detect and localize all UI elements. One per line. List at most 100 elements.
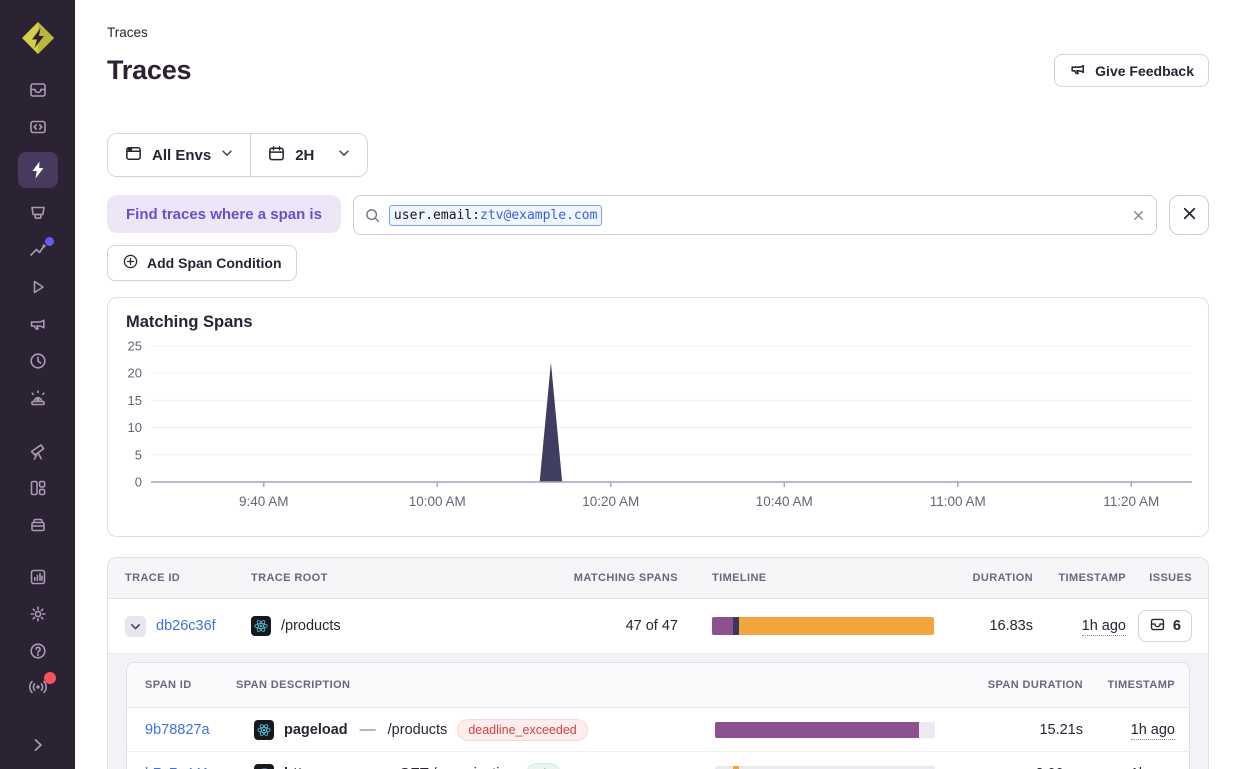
span-timeline-bar [715,722,935,738]
trace-timeline-bar [712,617,934,635]
svg-text:10:20 AM: 10:20 AM [582,494,639,509]
traces-table-header: TRACE ID TRACE ROOT MATCHING SPANS TIMEL… [108,558,1208,599]
megaphone-icon [1069,60,1087,81]
issues-count: 6 [1173,618,1181,634]
play-icon [28,277,48,297]
sidebar-item-projects[interactable] [18,201,58,225]
megaphone-icon [28,314,48,334]
svg-text:0: 0 [135,475,142,490]
svg-text:20: 20 [128,366,142,381]
svg-text:11:00 AM: 11:00 AM [930,494,986,509]
col-timeline: TIMELINE [696,572,944,584]
calendar-icon [267,144,286,167]
telescope-icon [28,441,48,461]
search-icon [364,207,381,224]
time-range-selector[interactable]: 2H [251,134,367,176]
span-duration: 2.00ms [947,766,1083,769]
span-condition-label: Find traces where a span is [107,195,341,233]
trace-row: db26c36f /products 47 of 47 16.83s 1h ag… [108,599,1208,653]
trace-root-label: /products [281,618,341,634]
code-folder-icon [28,117,48,137]
span-op: http.server [284,766,359,769]
chevron-down-icon [337,146,351,164]
col-issues: ISSUES [1126,572,1209,584]
sidebar-item-insights[interactable] [18,238,58,262]
svg-text:15: 15 [128,393,142,408]
question-circle-icon [28,641,48,661]
sidebar-item-recent[interactable] [18,349,58,373]
svg-text:5: 5 [135,447,142,462]
trace-issues-button[interactable]: 6 [1138,610,1192,642]
col-trace-root: TRACE ROOT [251,572,528,584]
sidebar-nav-secondary [18,439,58,537]
page-title: Traces [107,55,191,86]
col-span-id: SPAN ID [127,679,236,691]
help-button[interactable] [18,639,58,663]
search-token[interactable]: user.email:ztv@example.com [389,205,603,226]
span-description: /products [388,722,448,738]
area-chart-svg: 05101520259:40 AM10:00 AM10:20 AM10:40 A… [126,334,1192,516]
layout-icon [28,478,48,498]
sidebar [0,0,75,769]
span-timestamp: 1h ago [1131,722,1175,740]
sidebar-item-replays[interactable] [18,275,58,299]
clear-search-icon[interactable] [1131,208,1146,223]
separator: — [358,721,378,739]
give-feedback-button[interactable]: Give Feedback [1054,54,1209,87]
inbox-icon [28,80,48,100]
sidebar-item-stats[interactable] [18,565,58,589]
sidebar-item-explore[interactable] [18,115,58,139]
time-range-value: 2H [295,147,314,164]
new-badge-dot [45,237,54,246]
span-op: pageload [284,722,348,738]
archive-box-icon [28,515,48,535]
matching-spans-chart: 05101520259:40 AM10:00 AM10:20 AM10:40 A… [126,334,1190,516]
sidebar-item-traces[interactable] [18,152,58,188]
col-matching-spans: MATCHING SPANS [528,572,696,584]
span-id-link[interactable]: 9b78827a [145,722,210,738]
span-row: b7a7e441 http.server — GET /organization… [127,752,1189,769]
span-search-input[interactable]: user.email:ztv@example.com [353,195,1157,235]
breadcrumb[interactable]: Traces [107,25,1209,40]
add-span-condition-button[interactable]: Add Span Condition [107,245,297,281]
spans-table: SPAN ID SPAN DESCRIPTION SPAN DURATION T… [126,662,1190,769]
sidebar-item-releases[interactable] [18,513,58,537]
history-clock-icon [28,351,48,371]
svg-text:9:40 AM: 9:40 AM [239,494,289,509]
svg-text:10:40 AM: 10:40 AM [756,494,813,509]
col-duration: DURATION [944,572,1033,584]
span-status-badge: ok [526,763,561,769]
trace-timestamp: 1h ago [1082,618,1126,636]
sidebar-item-issues[interactable] [18,78,58,102]
span-status-badge: deadline_exceeded [457,719,587,741]
spans-table-header: SPAN ID SPAN DESCRIPTION SPAN DURATION T… [127,663,1189,708]
sidebar-item-discover[interactable] [18,439,58,463]
sidebar-item-alerts[interactable] [18,386,58,410]
remove-condition-button[interactable] [1169,195,1209,235]
span-id-link[interactable]: b7a7e441 [145,766,210,769]
python-icon [254,764,274,769]
siren-icon [28,388,48,408]
spotlight-bolt-logo [20,20,56,56]
lightning-icon [28,160,48,180]
react-icon [254,720,274,740]
col-span-description: SPAN DESCRIPTION [236,679,687,691]
token-value: ztv@example.com [480,208,597,223]
notification-dot [44,672,56,684]
app-logo[interactable] [18,18,58,58]
collapse-sidebar-button[interactable] [18,733,58,757]
trace-duration: 16.83s [944,618,1033,634]
environment-value: All Envs [152,147,211,164]
environment-selector[interactable]: All Envs [108,134,250,176]
bar-chart-icon [28,567,48,587]
sidebar-item-settings[interactable] [18,602,58,626]
plus-circle-icon [122,253,139,273]
trace-id-link[interactable]: db26c36f [156,618,216,634]
collapse-trace-button[interactable] [125,616,146,637]
sidebar-footer [18,639,58,757]
sidebar-item-dashboards[interactable] [18,476,58,500]
whats-new-button[interactable] [18,675,58,699]
chevron-right-icon [30,737,46,753]
col-timestamp: TIMESTAMP [1033,572,1126,584]
sidebar-item-feedback[interactable] [18,312,58,336]
